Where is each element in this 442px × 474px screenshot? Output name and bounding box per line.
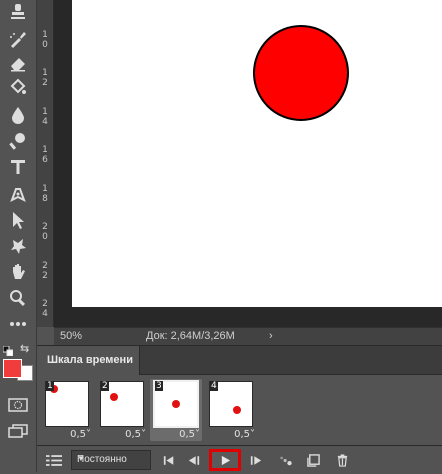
- document-size-info: Док: 2,64M/3,26M: [146, 330, 235, 342]
- timeline-tab-bar: Шкала времени: [37, 346, 442, 375]
- ruler-label: 2 2: [42, 261, 48, 281]
- animation-frame[interactable]: 4 0,5˅: [205, 379, 257, 441]
- frame-dot: [233, 406, 241, 414]
- vertical-ruler: 1 0 1 2 1 4 1 6 1 8 2 0 2 2 2 4: [37, 0, 54, 327]
- red-circle-shape[interactable]: [253, 25, 349, 121]
- canvas-workspace[interactable]: [54, 0, 442, 327]
- screen-mode-icon[interactable]: [8, 424, 28, 438]
- frame-delay[interactable]: 0,5˅: [179, 429, 200, 440]
- frame-dot: [172, 400, 180, 408]
- frame-delay[interactable]: 0,5˅: [234, 429, 255, 440]
- swap-colors-icon[interactable]: ⇆: [20, 342, 32, 355]
- play-button[interactable]: [209, 449, 241, 471]
- play-icon: [221, 455, 230, 465]
- ruler-label: 1 4: [42, 107, 48, 127]
- status-bar: 50% Док: 2,64M/3,26M ›: [54, 327, 442, 346]
- first-frame-icon[interactable]: [160, 450, 178, 470]
- convert-to-video-timeline-icon[interactable]: [45, 450, 63, 470]
- stamp-tool-icon[interactable]: [6, 1, 30, 23]
- chevron-down-icon: ˅: [250, 429, 255, 440]
- duplicate-frame-icon[interactable]: [304, 450, 322, 470]
- more-tools-icon[interactable]: [6, 313, 30, 335]
- frame-delay[interactable]: 0,5˅: [125, 429, 146, 440]
- ruler-label: 1 8: [42, 184, 48, 204]
- delete-frame-icon[interactable]: [333, 450, 351, 470]
- animation-frame[interactable]: 2 0,5˅: [96, 379, 148, 441]
- ruler-label: 2 4: [42, 299, 48, 319]
- path-select-icon[interactable]: [6, 209, 30, 231]
- chevron-down-icon: ˅: [195, 429, 200, 440]
- chevron-down-icon: ˅: [141, 429, 146, 440]
- tab-timeline-label: Шкала времени: [47, 354, 133, 366]
- chevron-down-icon: ˅: [86, 429, 91, 440]
- foreground-color-swatch[interactable]: [3, 359, 22, 378]
- ruler-label: 1 6: [42, 145, 48, 165]
- frame-delay[interactable]: 0,5˅: [70, 429, 91, 440]
- animation-frame-selected[interactable]: 3 0,5˅: [150, 379, 202, 441]
- ruler-label: 1 2: [42, 68, 48, 88]
- frame-dot: [110, 393, 118, 401]
- zoom-tool-icon[interactable]: [6, 287, 30, 309]
- pen-tool-icon[interactable]: [6, 183, 30, 205]
- animation-frame[interactable]: 1 0,5˅: [41, 379, 93, 441]
- quick-mask-icon[interactable]: [8, 398, 28, 412]
- frame-number: 2: [101, 381, 109, 391]
- tab-timeline[interactable]: Шкала времени: [37, 346, 140, 375]
- document-canvas[interactable]: [72, 0, 442, 307]
- timeline-panel: Шкала времени 1 0,5˅ 2 0,5˅ 3 0,5˅ 4 0,5…: [37, 345, 442, 474]
- ruler-label: 1 0: [42, 30, 48, 50]
- frames-strip: 1 0,5˅ 2 0,5˅ 3 0,5˅ 4 0,5˅: [37, 375, 442, 445]
- eraser-icon[interactable]: [6, 52, 30, 74]
- frame-number: 4: [210, 381, 218, 391]
- loop-options-select[interactable]: Постоянно ▼: [71, 450, 151, 470]
- hand-tool-icon[interactable]: [6, 261, 30, 283]
- tools-panel: ⇆: [0, 0, 37, 472]
- ruler-label: 2 0: [42, 222, 48, 242]
- default-colors-icon[interactable]: [2, 343, 14, 357]
- previous-frame-icon[interactable]: [185, 450, 203, 470]
- healing-brush-icon[interactable]: [6, 28, 30, 50]
- zoom-level[interactable]: 50%: [60, 330, 100, 343]
- blur-drop-icon[interactable]: [6, 104, 30, 126]
- next-frame-icon[interactable]: [247, 450, 265, 470]
- photoshop-window: ⇆ 1 0 1 2 1 4 1 6 1 8 2 0 2 2 2 4 50% До…: [0, 0, 442, 474]
- frame-number: 3: [155, 381, 163, 391]
- type-tool-icon[interactable]: [6, 156, 30, 178]
- timeline-controls: Постоянно ▼: [37, 445, 442, 474]
- status-menu-arrow-icon[interactable]: ›: [269, 330, 273, 342]
- paint-bucket-icon[interactable]: [6, 76, 30, 98]
- chevron-down-icon: ▼: [77, 454, 85, 463]
- custom-shape-icon[interactable]: [6, 235, 30, 257]
- dodge-icon[interactable]: [6, 130, 30, 152]
- tween-icon[interactable]: [277, 450, 295, 470]
- frame-number: 1: [46, 381, 54, 391]
